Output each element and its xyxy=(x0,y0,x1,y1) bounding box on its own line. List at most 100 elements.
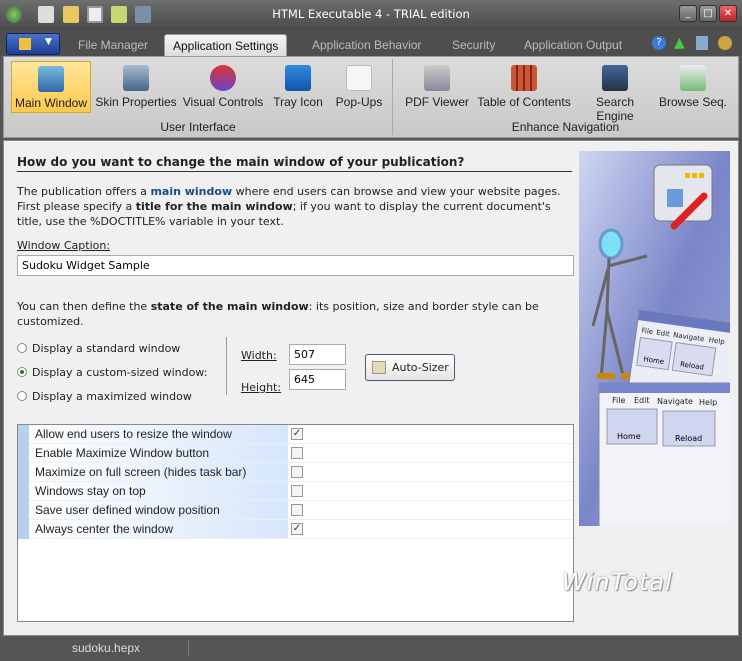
label: Tray Icon xyxy=(273,95,323,109)
label: Display a standard window xyxy=(32,342,181,355)
option-row: Windows stay on top xyxy=(18,482,573,501)
tab-file-manager[interactable]: File Manager xyxy=(70,34,156,56)
option-checkbox[interactable]: ✓ xyxy=(291,523,303,535)
text-bold: state of the main window xyxy=(150,300,309,313)
option-label: Allow end users to resize the window xyxy=(29,425,288,443)
row-marker xyxy=(18,520,29,539)
height-label: Height: xyxy=(241,380,281,395)
text: You can then define the xyxy=(17,300,151,313)
text-bold: title for the main window xyxy=(135,200,293,213)
label: Auto-Sizer xyxy=(392,361,449,374)
radio-button[interactable] xyxy=(17,343,27,353)
pdf-icon xyxy=(424,65,450,91)
ribbon: Main Window Skin Properties Visual Contr… xyxy=(3,56,739,138)
tab-application-settings[interactable]: Application Settings xyxy=(164,34,288,56)
radio-button[interactable] xyxy=(17,367,27,377)
window-title: HTML Executable 4 - TRIAL edition xyxy=(272,7,470,21)
button-home: Home xyxy=(617,432,641,441)
update-arrow-icon[interactable]: ▲ xyxy=(674,35,685,51)
height-input[interactable] xyxy=(289,369,346,390)
option-checkbox[interactable] xyxy=(291,447,303,459)
window-caption-input[interactable] xyxy=(17,255,574,276)
ribbon-tray-icon[interactable]: Tray Icon xyxy=(268,61,328,113)
option-label: Maximize on full screen (hides task bar) xyxy=(29,463,288,481)
ribbon-pdf-viewer[interactable]: PDF Viewer xyxy=(404,61,470,113)
group-label-user-interface: User Interface xyxy=(160,120,236,134)
option-label: Save user defined window position xyxy=(29,501,288,519)
radio-standard-window[interactable]: Display a standard window xyxy=(17,341,180,356)
watermark: WinTotal xyxy=(562,568,673,596)
menu-file: File xyxy=(612,396,625,405)
radio-maximized-window[interactable]: Display a maximized window xyxy=(17,389,192,404)
ribbon-pop-ups[interactable]: Pop-Ups xyxy=(331,61,387,113)
menu-navigate: Navigate xyxy=(657,397,693,406)
tray-icon xyxy=(285,65,311,91)
row-marker xyxy=(18,425,29,444)
text: The publication offers a xyxy=(17,185,151,198)
help-icon[interactable]: ? xyxy=(652,36,666,50)
label: Window Caption: xyxy=(17,239,111,252)
label: Skin Properties xyxy=(95,95,177,109)
menu-file: File xyxy=(641,327,654,337)
label: PDF Viewer xyxy=(405,95,469,109)
status-bar: sudoku.hepx xyxy=(0,636,742,661)
books-icon xyxy=(511,65,537,91)
option-row: Enable Maximize Window button xyxy=(18,444,573,463)
tab-security[interactable]: Security xyxy=(444,34,503,56)
auto-sizer-icon xyxy=(372,361,386,374)
ribbon-main-window[interactable]: Main Window xyxy=(11,61,91,113)
state-text: You can then define the state of the mai… xyxy=(17,299,582,329)
auto-sizer-button[interactable]: Auto-Sizer xyxy=(365,354,455,381)
row-marker xyxy=(18,482,29,501)
label: Pop-Ups xyxy=(335,95,383,109)
option-checkbox[interactable] xyxy=(291,466,303,478)
ribbon-browse-seq[interactable]: Browse Seq. xyxy=(658,61,728,113)
tab-application-output[interactable]: Application Output xyxy=(516,34,630,56)
search-engine-icon xyxy=(602,65,628,91)
radio-custom-window[interactable]: Display a custom-sized window: xyxy=(17,365,207,380)
register-icon[interactable] xyxy=(718,36,732,50)
main-panel: How do you want to change the main windo… xyxy=(3,140,739,636)
status-file-name: sudoku.hepx xyxy=(72,641,141,655)
chevron-down-icon: ▼ xyxy=(45,37,52,47)
option-label: Windows stay on top xyxy=(29,482,288,500)
label: Visual Controls xyxy=(182,95,264,109)
row-marker xyxy=(18,444,29,463)
tab-application-behavior[interactable]: Application Behavior xyxy=(304,34,429,56)
title-bar: HTML Executable 4 - TRIAL edition _ □ ✕ xyxy=(0,0,742,30)
ribbon-skin-properties[interactable]: Skin Properties xyxy=(94,61,178,113)
app-window-hammer-icon xyxy=(653,164,713,230)
label: Display a custom-sized window: xyxy=(32,366,208,379)
ribbon-visual-controls[interactable]: Visual Controls xyxy=(180,61,266,113)
maximize-button[interactable]: □ xyxy=(699,5,717,22)
option-row: Maximize on full screen (hides task bar) xyxy=(18,463,573,482)
illustration: File Edit Navigate Help Home Reload File Edit… xyxy=(579,151,730,526)
option-checkbox[interactable] xyxy=(291,485,303,497)
label: Search Engine xyxy=(595,95,635,123)
app-menu-button[interactable]: ▼ xyxy=(6,33,60,55)
robot-foot xyxy=(597,373,615,379)
intro-text: The publication offers a main window whe… xyxy=(17,184,577,229)
option-checkbox[interactable]: ✓ xyxy=(291,428,303,440)
divider xyxy=(226,337,227,395)
option-row: Always center the window ✓ xyxy=(18,520,573,539)
option-checkbox[interactable] xyxy=(291,504,303,516)
support-icon[interactable] xyxy=(696,36,708,50)
ribbon-search-engine[interactable]: Search Engine xyxy=(576,61,654,123)
monitor-icon xyxy=(38,66,64,92)
option-label: Enable Maximize Window button xyxy=(29,444,288,462)
menu-help: Help xyxy=(699,398,717,407)
menu-edit: Edit xyxy=(634,396,650,405)
label: Display a maximized window xyxy=(32,390,192,403)
radio-button[interactable] xyxy=(17,391,27,401)
popup-icon xyxy=(346,65,372,91)
ribbon-table-of-contents[interactable]: Table of Contents xyxy=(474,61,574,113)
close-button[interactable]: ✕ xyxy=(719,5,737,22)
option-row: Save user defined window position xyxy=(18,501,573,520)
width-input[interactable] xyxy=(289,344,346,365)
app-menu-icon xyxy=(19,38,31,50)
minimize-button[interactable]: _ xyxy=(679,5,697,22)
label: Main Window xyxy=(14,96,88,110)
label: Table of Contents xyxy=(477,95,571,109)
window-caption-label: Window Caption: xyxy=(17,238,110,253)
